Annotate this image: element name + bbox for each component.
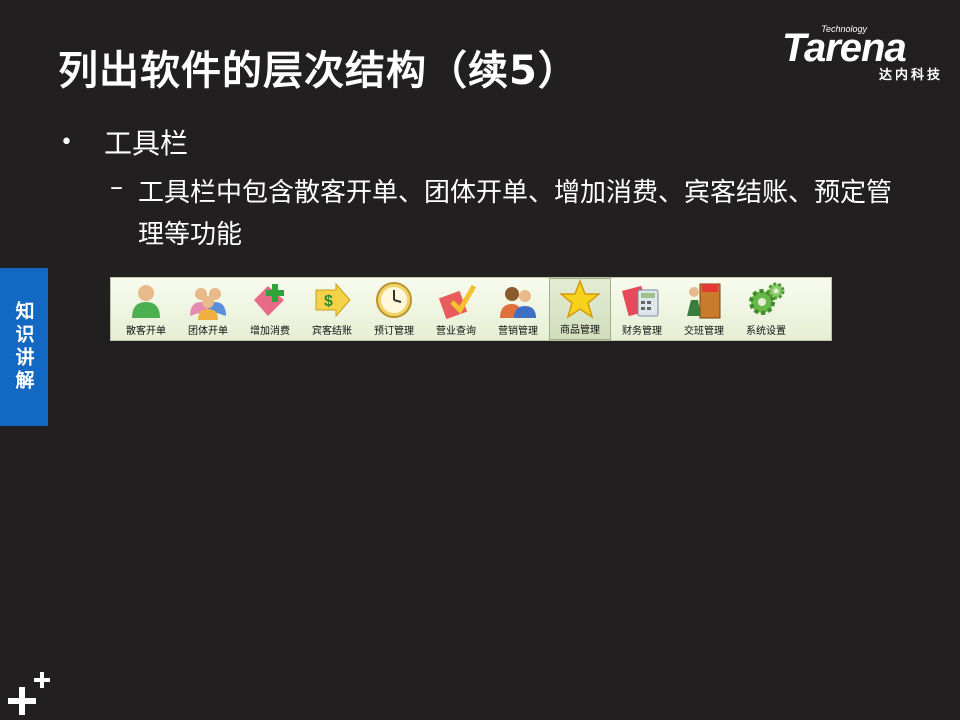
- add-consumption-icon: [254, 284, 284, 316]
- toolbar-label: 宾客结账: [312, 326, 352, 337]
- toolbar-label: 交班管理: [684, 326, 724, 337]
- side-tab-knowledge[interactable]: 知识讲解: [0, 268, 48, 426]
- gear-icon: [749, 282, 785, 315]
- toolbar-label: 增加消费: [250, 326, 290, 337]
- toolbar-button-marketing[interactable]: 营销管理: [487, 278, 549, 340]
- page-title: 列出软件的层次结构（续5）: [58, 48, 579, 94]
- sub-bullet-text: 工具栏中包含散客开单、团体开单、增加消费、宾客结账、预定管理等功能: [138, 178, 893, 250]
- svg-text:$: $: [324, 293, 333, 310]
- toolbar: 散客开单 团体开单 增加消费 $ 宾客结账 预订管理 营业查询 营销管理 商品管…: [110, 277, 832, 341]
- person-icon: [132, 285, 160, 318]
- toolbar-button-walk-in[interactable]: 散客开单: [115, 278, 177, 340]
- toolbar-button-checkout[interactable]: $ 宾客结账: [301, 278, 363, 340]
- toolbar-button-reservation[interactable]: 预订管理: [363, 278, 425, 340]
- plus-decoration-icon: [8, 672, 50, 715]
- exit-door-icon: [687, 283, 721, 319]
- toolbar-button-goods[interactable]: 商品管理: [549, 278, 611, 340]
- toolbar-button-group[interactable]: 团体开单: [177, 278, 239, 340]
- toolbar-button-business-query[interactable]: 营业查询: [425, 278, 487, 340]
- marketing-icon: [500, 287, 536, 318]
- star-icon: [560, 279, 600, 319]
- calculator-icon: [622, 285, 659, 317]
- group-icon: [190, 288, 226, 320]
- toolbar-button-finance[interactable]: 财务管理: [611, 278, 673, 340]
- toolbar-label: 商品管理: [560, 325, 600, 336]
- toolbar-label: 预订管理: [374, 326, 414, 337]
- toolbar-label: 团体开单: [188, 326, 228, 337]
- toolbar-label: 散客开单: [126, 326, 166, 337]
- sub-bullet-dash: –: [110, 172, 123, 202]
- toolbar-button-system-settings[interactable]: 系统设置: [735, 278, 797, 340]
- toolbar-button-shift-handover[interactable]: 交班管理: [673, 278, 735, 340]
- toolbar-button-add-consumption[interactable]: 增加消费: [239, 278, 301, 340]
- tarena-logo: Technology Tarena 达内科技: [782, 20, 947, 83]
- toolbar-label: 系统设置: [746, 326, 786, 337]
- logo-chinese: 达内科技: [878, 68, 943, 83]
- toolbar-label: 财务管理: [622, 326, 662, 337]
- toolbar-label: 营业查询: [436, 326, 476, 337]
- clock-icon: [376, 282, 412, 318]
- toolbar-label: 营销管理: [498, 326, 538, 337]
- bullet-dot: •: [60, 130, 73, 155]
- checkout-icon: $: [315, 282, 351, 318]
- bullet-text: 工具栏: [104, 127, 189, 160]
- query-icon: [438, 284, 476, 320]
